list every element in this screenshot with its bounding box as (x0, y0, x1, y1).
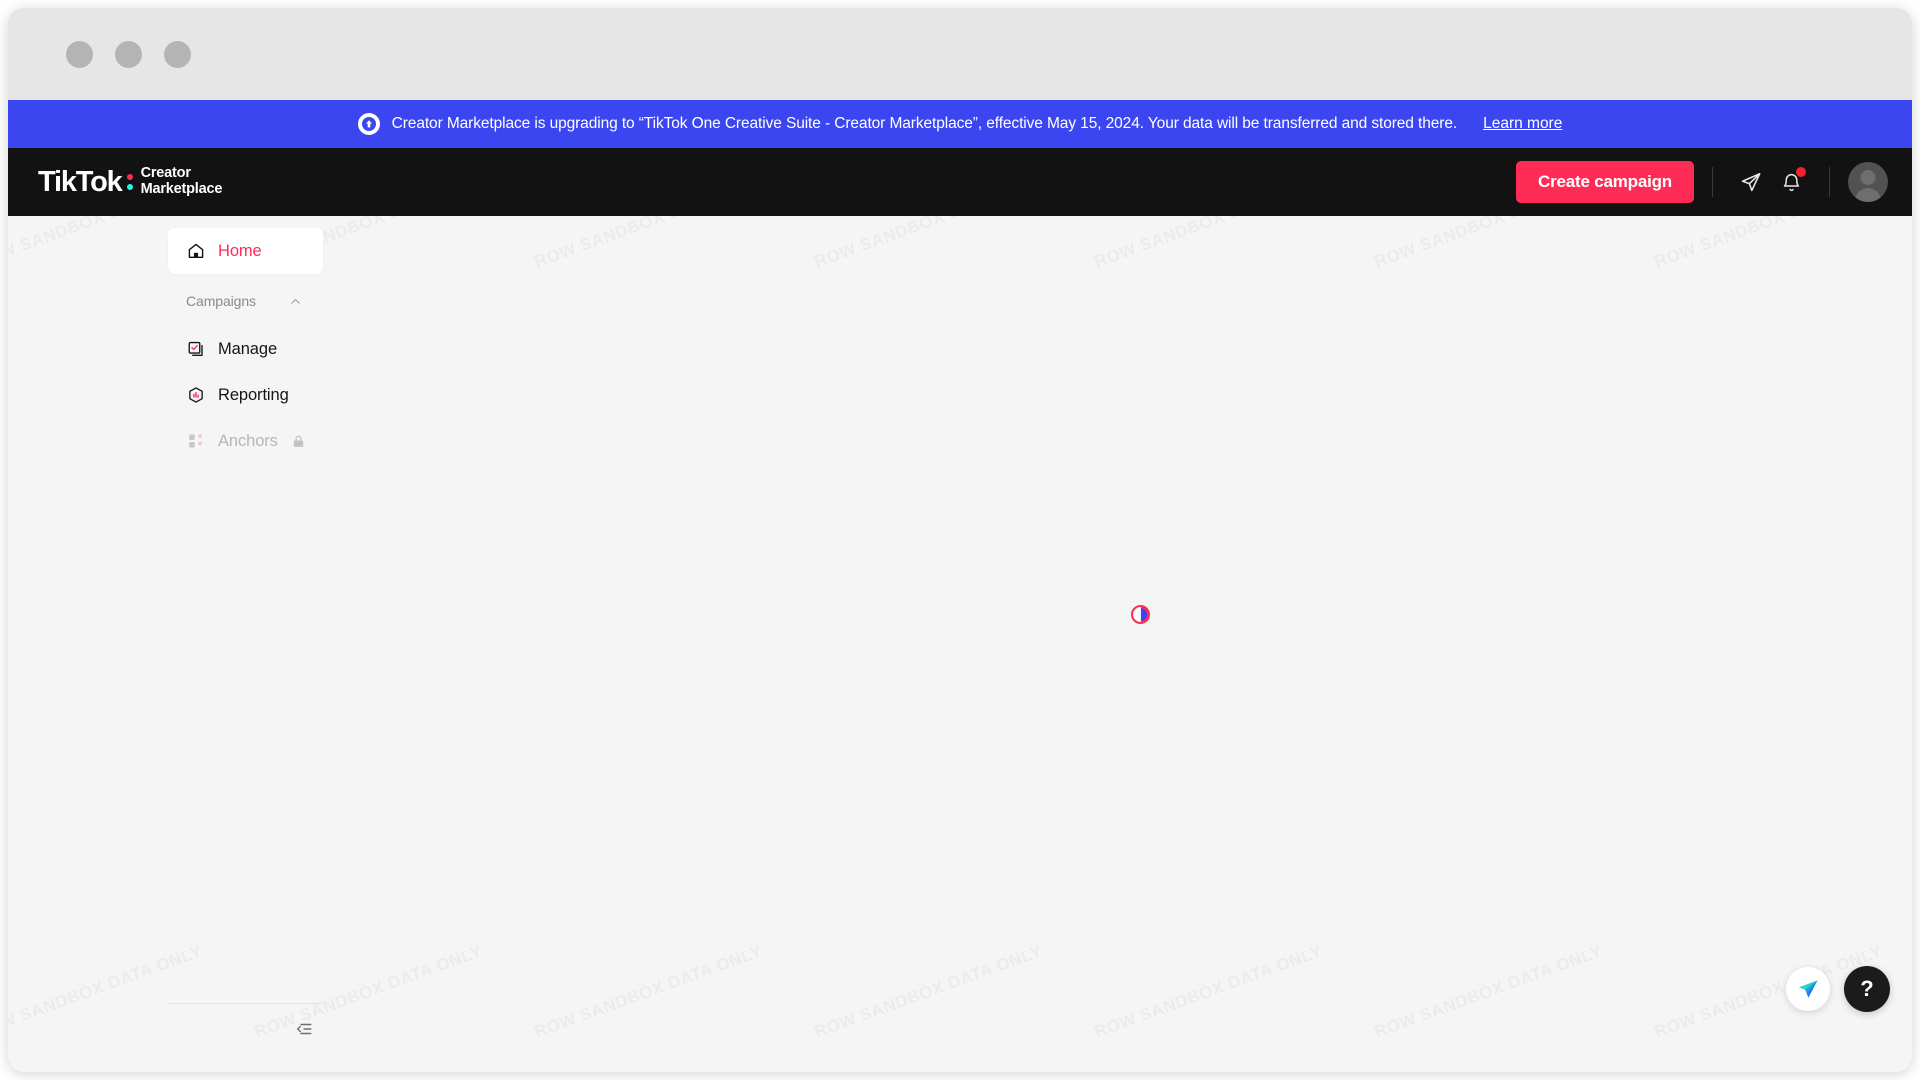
nav-divider-1 (1712, 167, 1713, 197)
banner-message: Creator Marketplace is upgrading to “Tik… (391, 115, 1458, 132)
logo-colon-dots (126, 174, 133, 190)
logo-subtitle-line1: Creator (140, 165, 191, 182)
logo-subtitle-line2: Marketplace (140, 181, 223, 197)
paper-plane-icon[interactable] (1731, 162, 1771, 202)
sidebar-item-reporting[interactable]: Reporting (168, 372, 323, 418)
help-button[interactable]: ? (1844, 966, 1890, 1012)
top-navigation-actions: Create campaign (1516, 161, 1888, 203)
logo-subtitle: Creator Marketplace (141, 166, 223, 197)
window-titlebar (8, 8, 1912, 100)
learn-more-link[interactable]: Learn more (1483, 115, 1562, 133)
sidebar-item-manage[interactable]: Manage (168, 326, 323, 372)
window-close-dot[interactable] (66, 40, 93, 68)
notification-badge (1796, 167, 1806, 177)
bell-icon[interactable] (1771, 162, 1811, 202)
main-content (368, 216, 1912, 1072)
loading-spinner (1130, 604, 1150, 624)
browser-window: Creator Marketplace is upgrading to “Tik… (8, 8, 1912, 1072)
content-loading-area (368, 216, 1912, 1072)
sidebar-item-home-label: Home (218, 241, 262, 260)
collapse-sidebar-icon[interactable] (289, 1014, 319, 1044)
avatar[interactable] (1848, 162, 1888, 202)
create-campaign-button[interactable]: Create campaign (1516, 161, 1694, 203)
arrow-up-circle-icon (357, 113, 380, 135)
sidebar: Home Campaigns Manage Reporting Anchors (8, 216, 368, 1072)
report-chart-icon (186, 386, 205, 405)
logo-dot-pink (126, 174, 133, 180)
checklist-icon (186, 340, 205, 359)
window-maximize-dot[interactable] (164, 40, 191, 68)
sidebar-footer (168, 1003, 323, 1044)
paper-plane-feedback-icon[interactable] (1786, 967, 1830, 1011)
nav-divider-2 (1829, 167, 1830, 197)
sidebar-navigation: Home Campaigns Manage Reporting Anchors (8, 228, 368, 464)
logo-brand-text: TikTok (38, 165, 123, 198)
anchors-grid-icon (186, 432, 205, 451)
home-icon (186, 242, 205, 261)
lock-icon (291, 434, 306, 449)
sidebar-group-campaigns[interactable]: Campaigns (168, 284, 323, 318)
window-minimize-dot[interactable] (115, 40, 142, 68)
top-navigation-bar: TikTok Creator Marketplace Create campai… (8, 148, 1912, 216)
floating-action-buttons: ? (1786, 966, 1890, 1012)
sidebar-item-reporting-label: Reporting (218, 385, 289, 404)
sidebar-group-campaigns-label: Campaigns (186, 293, 256, 309)
sidebar-item-manage-label: Manage (218, 339, 278, 358)
logo-dot-cyan (126, 184, 133, 190)
sidebar-item-home[interactable]: Home (168, 228, 323, 274)
page-body: ROW SANDBOX DATA ONLY ROW SANDBOX DATA O… (8, 216, 1912, 1072)
sidebar-item-anchors-label: Anchors (218, 431, 278, 450)
tiktok-creator-marketplace-logo[interactable]: TikTok Creator Marketplace (38, 166, 222, 199)
chevron-up-icon (286, 292, 305, 311)
announcement-banner: Creator Marketplace is upgrading to “Tik… (8, 100, 1912, 148)
sidebar-item-anchors[interactable]: Anchors (168, 418, 323, 464)
